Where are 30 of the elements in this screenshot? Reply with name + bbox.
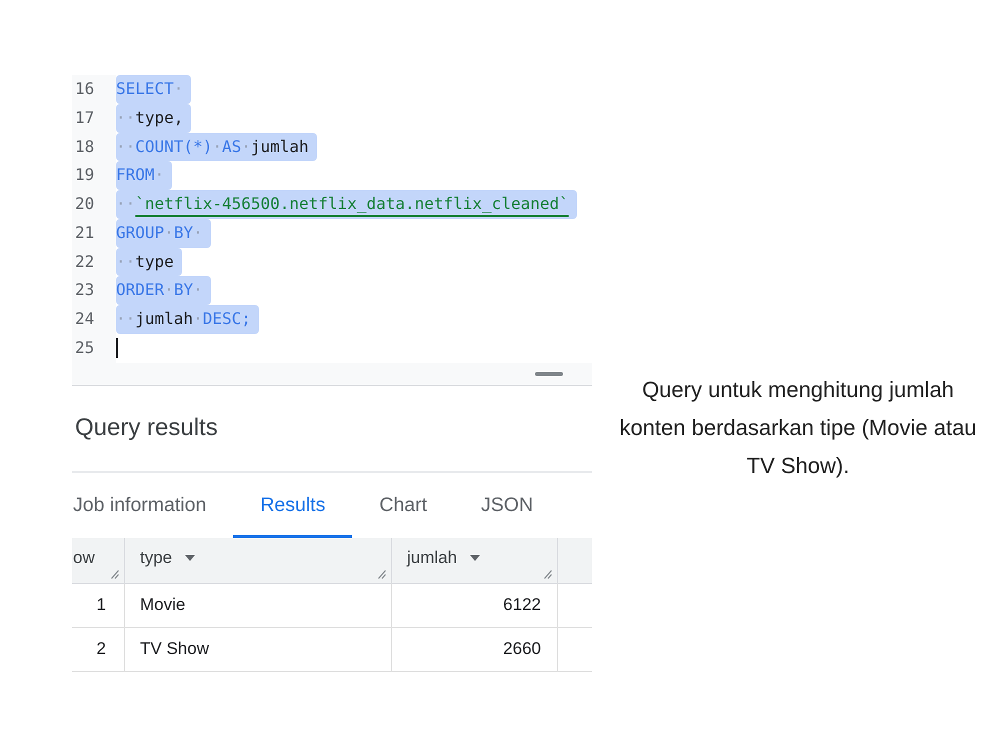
column-header[interactable]: type: [140, 548, 172, 568]
tab[interactable]: Chart: [352, 472, 454, 538]
line-number: 22: [75, 252, 94, 270]
line-number: 16: [75, 79, 94, 98]
panel-title: Query results: [75, 414, 218, 442]
caret-down-icon[interactable]: [470, 555, 480, 561]
table-cell: 2660: [392, 628, 558, 672]
row-number: 1: [72, 584, 125, 628]
drag-handle-icon[interactable]: [535, 372, 563, 376]
table-cell: 6122: [392, 584, 558, 628]
line-number: 24: [75, 309, 94, 328]
caret-down-icon[interactable]: [185, 555, 196, 561]
line-number: 25: [75, 338, 94, 357]
line-number: 18: [75, 136, 94, 156]
table-cell: Movie: [125, 584, 392, 628]
resize-handle-icon[interactable]: [544, 570, 552, 578]
tab[interactable]: JSON: [454, 472, 560, 538]
resize-handle-icon[interactable]: [378, 570, 386, 578]
caption-text: Query untuk menghitung jumlah konten berdasarkan tipe (Movie atau TV Show).: [618, 376, 978, 480]
resize-handle-icon[interactable]: [111, 570, 119, 578]
column-header[interactable]: ow: [73, 548, 95, 568]
line-number: 21: [75, 222, 94, 242]
line-number: 23: [75, 280, 94, 300]
line-number: 19: [75, 165, 94, 184]
row-number: 2: [72, 628, 125, 672]
tab[interactable]: Job information: [72, 472, 234, 538]
table-cell: TV Show: [125, 628, 392, 672]
line-number: 17: [75, 108, 94, 127]
column-header[interactable]: jumlah: [407, 548, 458, 568]
line-number: 20: [75, 194, 94, 213]
